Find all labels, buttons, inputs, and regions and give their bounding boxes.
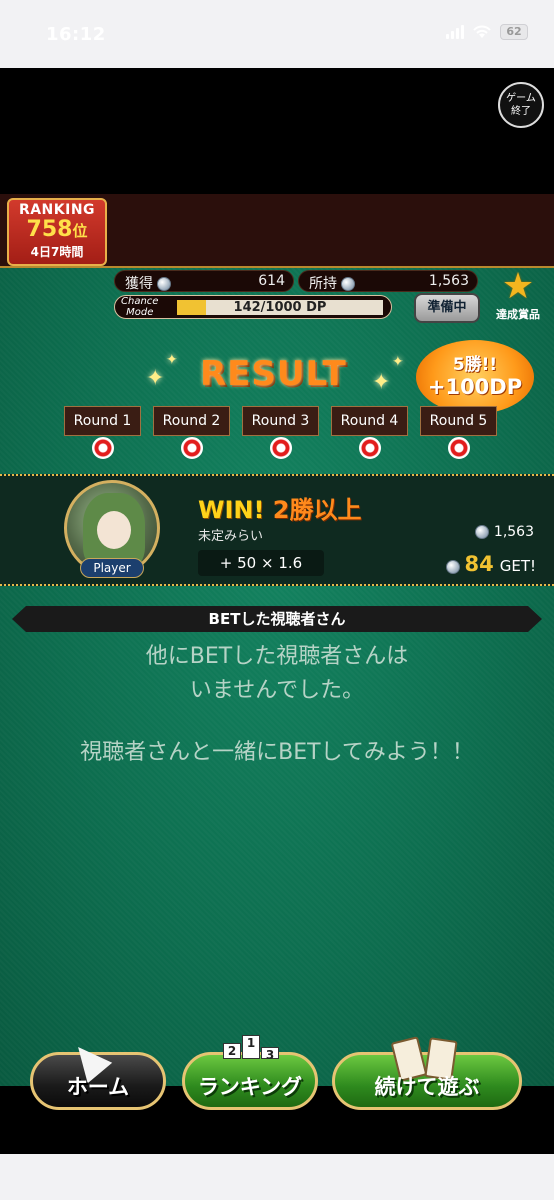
cards-icon [390,1036,458,1082]
owned-label: 所持 [309,276,337,292]
round-result-marker [181,437,203,459]
exit-game-button[interactable]: ゲーム 終了 [498,82,544,128]
viewer-section-header: BETした視聴者さん [12,606,542,632]
exit-game-label-2: 終了 [511,106,531,117]
bet-calculation: + 50 × 1.6 [198,550,324,576]
win-bonus-badge: 5勝!! +100DP [416,340,534,414]
round-label: Round 1 [73,413,132,429]
sparkle-icon: ✦ [372,370,391,395]
round-label: Round 5 [429,413,488,429]
round-label: Round 2 [162,413,221,429]
player-coins: 1,563 [475,524,534,540]
chance-progress-text: 142/1000 DP [233,300,327,315]
sparkle-icon: ✦ [166,352,178,368]
sparkle-icon: ✦ [146,366,165,391]
player-tag: Player [80,558,144,578]
round-tab-2: Round 2 [153,406,230,459]
continue-playing-button[interactable]: 続けて遊ぶ [332,1036,522,1110]
coin-icon [475,525,490,539]
achievement-prize-label: 達成賞品 [496,308,540,321]
round-result-marker [448,437,470,459]
bonus-dp: +100DP [427,375,523,399]
wifi-icon [473,25,491,38]
win-title: WIN! 2勝以上 [198,490,362,525]
chance-mode-label-1: Chance [121,296,159,307]
earned-value: 614 [258,273,285,289]
coin-icon [446,559,461,574]
podium-icon: 213 [223,1035,279,1062]
win-condition: 2勝以上 [272,496,362,524]
preparing-button[interactable]: 準備中 [414,293,480,323]
round-result-marker [92,437,114,459]
chance-progress-bar: 142/1000 DP [177,300,383,315]
ranking-button-label: ランキング [197,1075,303,1099]
viewer-message-2: いませんでした。 [189,678,365,703]
exit-game-label-1: ゲーム [506,93,536,104]
round-result-marker [359,437,381,459]
earned-label: 獲得 [125,276,153,292]
achievement-prize-button[interactable]: ★ 達成賞品 [486,268,550,324]
ranking-box[interactable]: RANKING 758位 4日7時間 [7,198,107,266]
result-title: RESULT [200,354,347,394]
ranking-button[interactable]: 213 ランキング [182,1035,318,1110]
home-button[interactable]: ホーム [30,1036,166,1110]
round-list: Round 1 Round 2 Round 3 Round 4 Round 5 [64,406,497,459]
owned-stat: 所持 1,563 [298,270,478,292]
signal-icon [446,25,464,39]
battery-icon: 62 [500,24,528,40]
avatar-face [97,511,131,549]
owned-label-wrap: 所持 [309,273,356,293]
round-label: Round 4 [340,413,399,429]
ranking-number: 758 [26,217,73,242]
round-tab-4: Round 4 [331,406,408,459]
coin-icon [341,277,356,291]
ranking-position: 758位 [9,218,105,243]
chance-mode-label: Chance Mode [121,296,158,318]
earned-stat: 獲得 614 [114,270,294,292]
round-result-marker [270,437,292,459]
round-label: Round 3 [251,413,310,429]
status-icons: 62 [446,24,528,40]
get-amount-row: 84 GET! [446,552,536,576]
coin-icon [157,277,172,291]
win-word: WIN! [198,496,265,524]
get-amount: 84 [464,552,494,576]
round-tab-5: Round 5 [420,406,497,459]
player-name: 未定みらい [198,529,264,544]
status-bar: 16:12 62 [0,0,554,68]
ranking-unit: 位 [72,222,88,240]
ranking-title: RANKING [18,202,96,218]
viewer-message-3: 視聴者さんと一緒にBETしてみよう！！ [80,740,474,765]
chance-mode-meter: Chance Mode 142/1000 DP [114,295,392,319]
chance-mode-label-2: Mode [126,307,154,318]
bonus-wins: 5勝!! [452,355,498,375]
star-icon: ★ [501,266,535,307]
round-tab-3: Round 3 [242,406,319,459]
status-time: 16:12 [46,24,106,45]
home-button-label: ホーム [66,1075,130,1099]
player-coins-value: 1,563 [493,524,534,540]
get-label: GET! [499,557,536,575]
owned-value: 1,563 [428,273,469,289]
continue-button-label: 続けて遊ぶ [374,1075,480,1099]
round-tab-1: Round 1 [64,406,141,459]
ranking-time-left: 4日7時間 [30,245,84,259]
viewer-message-1: 他にBETした視聴者さんは [145,644,409,669]
earned-label-wrap: 獲得 [125,273,172,293]
sparkle-icon: ✦ [392,354,404,370]
